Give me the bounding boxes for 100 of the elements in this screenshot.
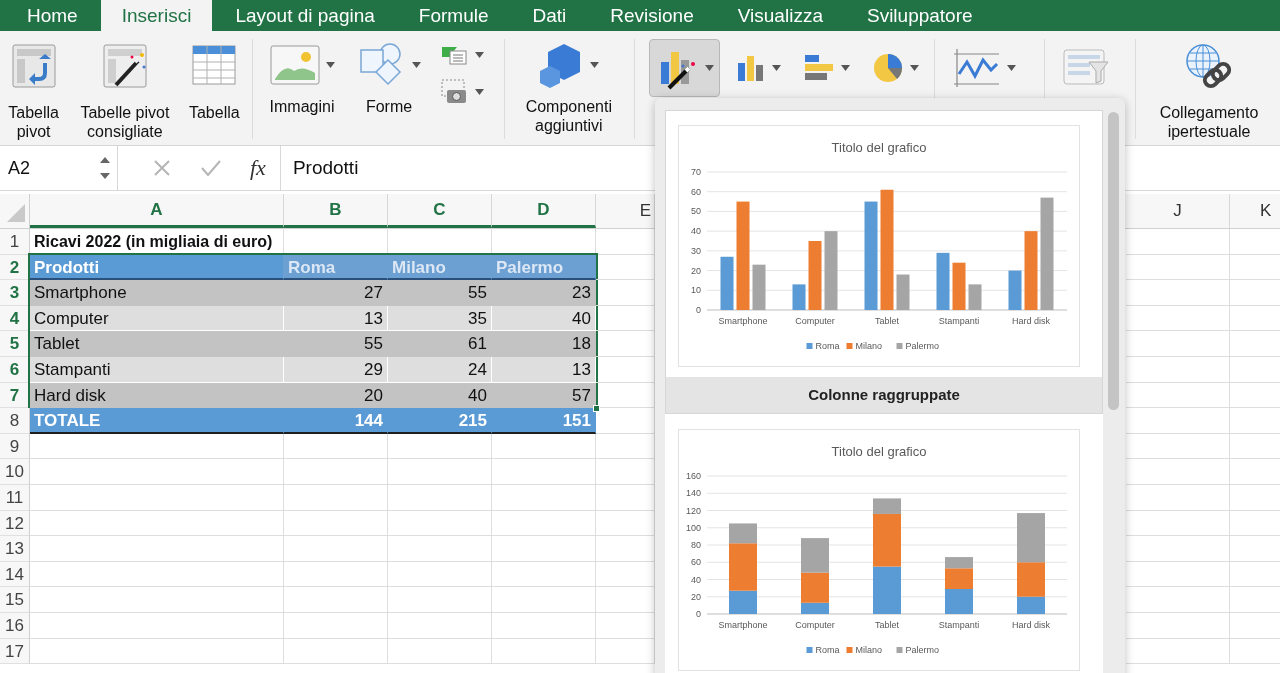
row-header[interactable]: 5 (0, 331, 30, 357)
table-cell[interactable] (492, 638, 596, 665)
row-header[interactable]: 11 (0, 484, 30, 511)
cancel-icon[interactable] (152, 158, 172, 178)
table-cell[interactable] (30, 587, 284, 613)
table-cell[interactable] (284, 587, 388, 613)
row-header[interactable]: 15 (0, 587, 30, 613)
ribbon-tab[interactable]: Sviluppatore (845, 0, 994, 31)
table-cell[interactable] (492, 561, 596, 588)
table-cell[interactable] (30, 536, 284, 562)
table-cell[interactable] (492, 587, 596, 613)
column-header[interactable]: B (284, 194, 388, 228)
table-cell[interactable]: Smartphone (30, 280, 284, 306)
ribbon-tab[interactable]: Visualizza (716, 0, 844, 31)
table-cell[interactable] (284, 510, 388, 537)
row-header[interactable]: 12 (0, 510, 30, 537)
ribbon-tab[interactable]: Home (6, 0, 99, 31)
table-cell[interactable] (388, 459, 492, 485)
table-cell[interactable] (492, 536, 596, 562)
table-cell[interactable]: Tablet (30, 331, 284, 357)
table-cell[interactable] (30, 561, 284, 588)
recommended-pivot-button[interactable]: Tabelle pivot consigliate (71, 39, 179, 141)
table-cell[interactable] (284, 433, 388, 460)
table-cell[interactable] (1126, 382, 1230, 409)
table-cell[interactable] (284, 484, 388, 511)
table-cell[interactable] (1126, 612, 1230, 639)
table-cell[interactable] (1126, 331, 1230, 357)
fill-handle[interactable] (593, 405, 600, 412)
table-cell[interactable]: 29 (284, 356, 388, 383)
table-cell[interactable] (388, 561, 492, 588)
table-cell[interactable]: 27 (284, 280, 388, 306)
table-cell[interactable] (284, 638, 388, 665)
row-header[interactable]: 17 (0, 638, 30, 665)
enter-icon[interactable] (200, 158, 222, 178)
table-cell[interactable] (30, 638, 284, 665)
addins-button[interactable]: Componenti aggiuntivi (510, 39, 627, 135)
row-header[interactable]: 14 (0, 561, 30, 588)
table-cell[interactable] (388, 638, 492, 665)
ribbon-tab[interactable]: Inserisci (100, 0, 213, 31)
table-cell[interactable] (1126, 254, 1230, 281)
table-cell[interactable] (1126, 510, 1230, 537)
table-cell[interactable] (1126, 638, 1230, 665)
table-cell[interactable] (284, 612, 388, 639)
ribbon-tab[interactable]: Layout di pagina (214, 0, 396, 31)
images-button[interactable]: Immagini (259, 39, 345, 116)
table-cell[interactable] (30, 433, 284, 460)
ribbon-tab[interactable]: Dati (511, 0, 588, 31)
table-cell[interactable] (1126, 459, 1230, 485)
table-cell[interactable] (492, 510, 596, 537)
table-cell[interactable] (1126, 484, 1230, 511)
table-cell[interactable] (30, 459, 284, 485)
function-button[interactable]: fx (246, 146, 281, 190)
chart-option[interactable]: Titolo del grafico 0 10 20 30 40 50 60 70 Smartphone Computer Tablet Stampanti Hard disk Roma Milano Palermo Colonne raggruppate (665, 110, 1103, 414)
recommended-charts-button[interactable] (649, 39, 721, 97)
chart-option[interactable]: Titolo del grafico 0 20 40 60 80 100 120 140 160 Smartphone Computer Tablet Stampanti Hard disk Roma Milano Palermo (665, 414, 1103, 673)
scrollbar-thumb[interactable] (1107, 112, 1119, 410)
table-cell[interactable] (388, 587, 492, 613)
ribbon-tab[interactable]: Revisione (589, 0, 715, 31)
table-cell[interactable]: 24 (388, 356, 492, 383)
table-cell[interactable] (388, 536, 492, 562)
table-cell[interactable]: 61 (388, 331, 492, 357)
table-cell[interactable] (1126, 305, 1230, 332)
table-cell[interactable]: 55 (388, 280, 492, 306)
shapes-button[interactable]: Forme (349, 39, 429, 116)
row-header[interactable]: 10 (0, 459, 30, 485)
row-header[interactable]: 16 (0, 612, 30, 639)
store-button[interactable] (441, 45, 484, 65)
table-cell[interactable] (1126, 561, 1230, 588)
table-cell[interactable] (1126, 229, 1230, 255)
formula-field[interactable]: Prodotti (292, 157, 359, 179)
column-header[interactable]: K (1230, 194, 1280, 228)
table-cell[interactable] (1126, 408, 1230, 434)
table-cell[interactable] (1126, 356, 1230, 383)
name-box[interactable]: A2 (0, 146, 118, 190)
row-header[interactable]: 8 (0, 408, 30, 434)
table-cell[interactable] (30, 484, 284, 511)
table-cell[interactable] (284, 561, 388, 588)
screenshot-button[interactable] (441, 79, 484, 105)
table-cell[interactable] (492, 433, 596, 460)
row-header[interactable]: 1 (0, 229, 30, 255)
column-header[interactable]: A (30, 194, 284, 228)
table-cell[interactable] (492, 484, 596, 511)
table-cell[interactable] (388, 612, 492, 639)
table-cell[interactable] (284, 459, 388, 485)
table-cell[interactable] (1126, 280, 1230, 306)
table-cell[interactable] (492, 459, 596, 485)
row-header[interactable]: 9 (0, 433, 30, 460)
table-cell[interactable]: 55 (284, 331, 388, 357)
ribbon-tab[interactable]: Formule (397, 0, 510, 31)
table-cell[interactable]: 13 (492, 356, 596, 383)
table-cell[interactable] (388, 510, 492, 537)
table-cell[interactable]: 23 (492, 280, 596, 306)
column-header[interactable]: J (1126, 194, 1230, 228)
select-all-icon[interactable] (5, 202, 27, 224)
pivot-table-button[interactable]: Tabella pivot (0, 39, 68, 141)
table-cell[interactable]: Stampanti (30, 356, 284, 383)
table-cell[interactable] (1126, 536, 1230, 562)
table-cell[interactable]: Ricavi 2022 (in migliaia di euro) (30, 229, 284, 255)
column-header[interactable]: D (492, 194, 596, 228)
table-cell[interactable] (30, 510, 284, 537)
